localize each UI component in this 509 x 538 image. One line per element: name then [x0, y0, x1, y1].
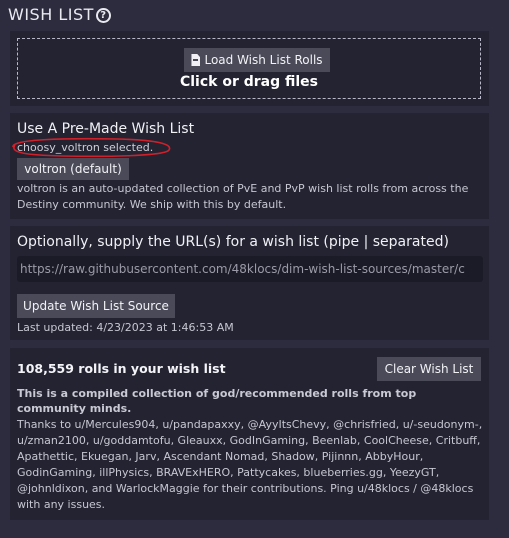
voltron-description: voltron is an auto-updated collection of… [17, 182, 469, 211]
file-upload-icon [191, 54, 201, 66]
selected-list-note: choosy_voltron selected. [17, 141, 154, 154]
wish-list-rolls-card: 108,559 rolls in your wish list Clear Wi… [10, 348, 489, 520]
clear-wish-list-button[interactable]: Clear Wish List [377, 357, 481, 381]
drop-hint: Click or drag files [179, 74, 319, 90]
url-section-title: Optionally, supply the URL(s) for a wish… [17, 234, 449, 250]
wish-list-url-input[interactable]: https://raw.githubusercontent.com/48kloc… [17, 256, 483, 282]
wish-list-page: WISH LIST ? Load Wish List Rolls Click o… [0, 0, 509, 538]
load-button-label: Load Wish List Rolls [204, 53, 323, 67]
load-wish-list-card: Load Wish List Rolls Click or drag files [10, 31, 489, 106]
update-source-button[interactable]: Update Wish List Source [17, 294, 175, 318]
last-updated-text: Last updated: 4/23/2023 at 1:46:53 AM [17, 321, 234, 334]
voltron-default-button[interactable]: voltron (default) [17, 158, 129, 180]
rolls-count: 108,559 rolls in your wish list [17, 361, 226, 376]
premade-wish-list-card: Use A Pre-Made Wish List choosy_voltron … [10, 113, 489, 219]
help-icon[interactable]: ? [95, 7, 111, 23]
wish-list-header: WISH LIST ? [8, 5, 111, 24]
wish-list-url-card: Optionally, supply the URL(s) for a wish… [10, 226, 489, 340]
scroll-area [494, 0, 509, 538]
file-dropzone[interactable]: Load Wish List Rolls Click or drag files [17, 38, 481, 99]
load-wish-list-button[interactable]: Load Wish List Rolls [184, 48, 330, 72]
compiled-collection-note: This is a compiled collection of god/rec… [17, 387, 417, 415]
page-title: WISH LIST [8, 5, 94, 24]
contributors-thanks: Thanks to u/Mercules904, u/pandapaxxy, @… [17, 418, 483, 511]
